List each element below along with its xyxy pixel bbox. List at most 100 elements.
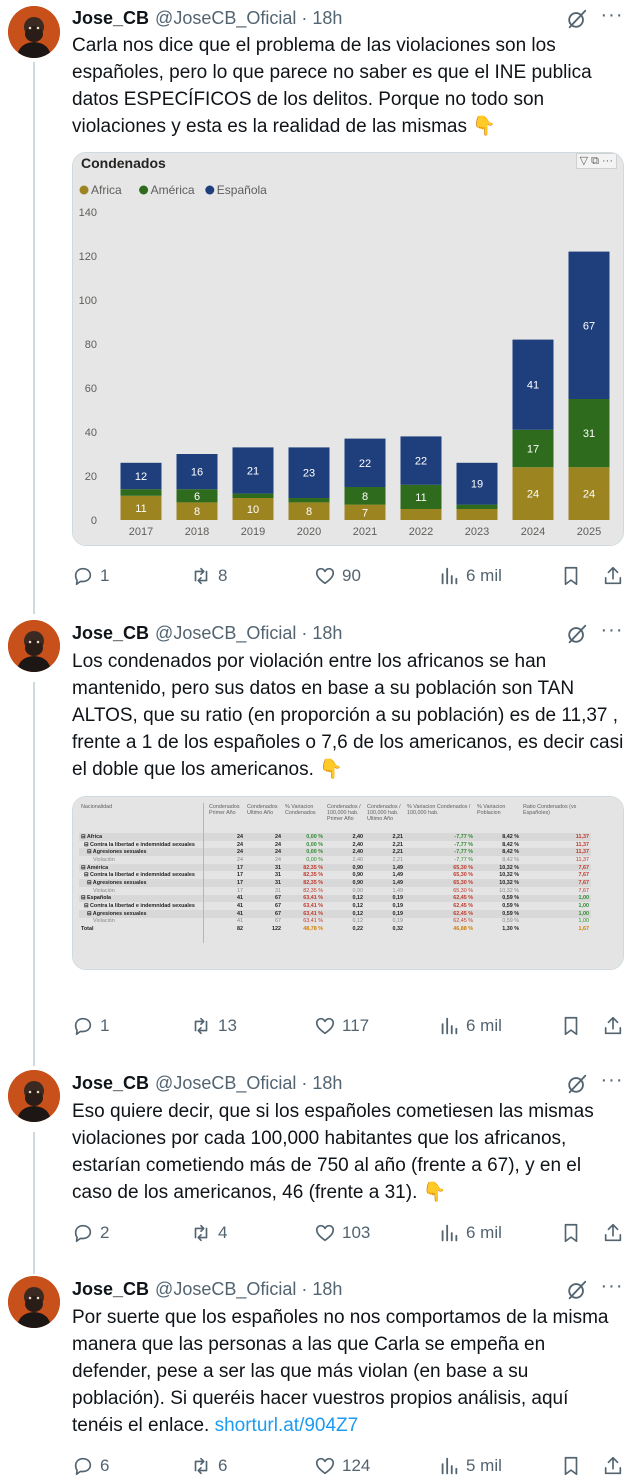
table-row[interactable]: ⊟ América 17 31 82,35 % 0,90 1,49 65,30 % 10,32… <box>79 863 591 872</box>
table-cell: 24 <box>275 841 281 848</box>
table-image[interactable]: Nacionalidad Condenados Primer Año Condena… <box>72 796 624 970</box>
more-icon[interactable]: ··· <box>600 1070 624 1095</box>
like-button[interactable]: 90 <box>314 563 361 589</box>
bookmark-button[interactable] <box>560 1453 586 1479</box>
reply-button[interactable]: 6 <box>72 1453 109 1479</box>
grok-icon[interactable] <box>566 8 588 30</box>
table-cell: 0,59 % <box>475 909 521 918</box>
table-cell: 24 <box>207 848 245 857</box>
like-button[interactable]: 103 <box>314 1220 370 1246</box>
table-cell: 0,19 <box>392 918 404 925</box>
like-button[interactable]: 124 <box>314 1453 370 1479</box>
table-header-cell[interactable]: Condenados Ultimo Año <box>245 803 283 833</box>
more-icon[interactable]: ··· <box>600 1276 624 1301</box>
author-name[interactable]: Jose_CB <box>72 623 149 644</box>
author-handle[interactable]: @JoseCB_Oficial <box>155 8 296 29</box>
avatar[interactable] <box>8 1070 60 1122</box>
table-cell: 7,67 <box>521 863 591 872</box>
share-button[interactable] <box>602 1013 628 1039</box>
views-button[interactable]: 6 mil <box>438 1013 502 1039</box>
grok-icon[interactable] <box>566 623 588 645</box>
data-label: 22 <box>415 456 427 468</box>
table-header-cell[interactable]: Nacionalidad <box>79 803 207 833</box>
avatar[interactable] <box>8 1276 60 1328</box>
table-cell: 1,00 <box>578 918 590 925</box>
table-header-cell[interactable]: Ratio Condenados (vs Españoles) <box>521 803 591 833</box>
data-label: 23 <box>303 468 315 480</box>
chart-image[interactable]: Condenados ▽ ⧉ ··· Africa América Española… <box>72 152 624 546</box>
tweet[interactable]: Jose_CB @JoseCB_Oficial · 18h ··· Los co… <box>0 620 631 1050</box>
tweet[interactable]: Jose_CB @JoseCB_Oficial · 18h ··· Por su… <box>0 1276 631 1484</box>
views-button[interactable]: 6 mil <box>438 1220 502 1246</box>
more-icon[interactable]: ··· <box>600 5 624 30</box>
table-cell: 62,45 % <box>453 903 473 910</box>
tweet[interactable]: Jose_CB @JoseCB_Oficial · 18h ··· Carla … <box>0 0 631 600</box>
reply-button[interactable]: 1 <box>72 563 109 589</box>
author-handle[interactable]: @JoseCB_Oficial <box>155 1073 296 1094</box>
repost-button[interactable]: 8 <box>190 563 227 589</box>
table-cell: 122 <box>272 926 281 933</box>
table-header-cell[interactable]: % Variacion Condenados / 100,000 hab. <box>405 803 475 833</box>
repost-button[interactable]: 4 <box>190 1220 227 1246</box>
x-tick-label: 2025 <box>577 526 601 538</box>
table-header-cell[interactable]: % Variacion Poblacion <box>475 803 521 833</box>
bookmark-button[interactable] <box>560 1220 586 1246</box>
table-row[interactable]: Violación 41 67 63,41 % 0,12 0,19 62,45 % 0,59 … <box>79 918 591 926</box>
repost-button[interactable]: 13 <box>190 1013 237 1039</box>
bookmark-button[interactable] <box>560 1013 586 1039</box>
bookmark-icon <box>564 566 578 586</box>
table-header-cell[interactable]: Condenados Primer Año <box>207 803 245 833</box>
reply-button[interactable]: 1 <box>72 1013 109 1039</box>
table-row[interactable]: ⊟ Contra la libertad e indemnidad sexual… <box>79 902 591 910</box>
share-icon <box>604 1016 622 1035</box>
author-name[interactable]: Jose_CB <box>72 8 149 29</box>
views-button[interactable]: 6 mil <box>438 563 502 589</box>
share-button[interactable] <box>602 563 628 589</box>
views-button[interactable]: 5 mil <box>438 1453 502 1479</box>
table-cell: 0,90 <box>352 887 364 894</box>
data-label: 8 <box>306 506 312 518</box>
table-cell: Violación <box>81 918 115 925</box>
table-cell: 1,49 <box>365 863 405 872</box>
reply-count: 1 <box>100 566 110 585</box>
timestamp[interactable]: 18h <box>312 8 342 29</box>
grok-icon[interactable] <box>566 1073 588 1095</box>
bookmark-button[interactable] <box>560 563 586 589</box>
author-handle[interactable]: @JoseCB_Oficial <box>155 623 296 644</box>
share-button[interactable] <box>602 1453 628 1479</box>
author-name[interactable]: Jose_CB <box>72 1073 149 1094</box>
chart-panel: Condenados ▽ ⧉ ··· Africa América Española… <box>73 153 623 545</box>
table-header-cell[interactable]: % Variacion Condenados <box>283 803 325 833</box>
reply-button[interactable]: 2 <box>72 1220 109 1246</box>
table-row[interactable]: ⊟ Agresiones sexuales 41 67 63,41 % 0,12 0,19… <box>79 909 591 918</box>
repost-button[interactable]: 6 <box>190 1453 227 1479</box>
table-header-cell[interactable]: Condenados / 100,000 hab. Primer Año <box>325 803 365 833</box>
repost-icon <box>194 1017 208 1035</box>
table-row[interactable]: ⊟ Contra la libertad e indemnidad sexual… <box>79 871 591 879</box>
more-icon[interactable]: ··· <box>600 620 624 645</box>
table-row[interactable]: Violación 24 24 0,00 % 2,40 2,21 -7,77 % 8,42 %… <box>79 856 591 864</box>
avatar[interactable] <box>8 6 60 58</box>
table-row[interactable]: Total 82 122 48,78 % 0,22 0,32 46,88 % 1,30 % 1,… <box>79 925 591 933</box>
avatar[interactable] <box>8 620 60 672</box>
like-icon <box>315 1457 335 1475</box>
timestamp[interactable]: 18h <box>312 1279 342 1300</box>
table-cell: 24 <box>245 848 283 857</box>
table-header-cell[interactable]: Condenados / 100,000 hab. Ultimo Año <box>365 803 405 833</box>
timestamp[interactable]: 18h <box>312 623 342 644</box>
author-name[interactable]: Jose_CB <box>72 1279 149 1300</box>
grok-icon[interactable] <box>566 1279 588 1301</box>
tweet-link[interactable]: shorturl.at/904Z7 <box>215 1415 359 1436</box>
author-handle[interactable]: @JoseCB_Oficial <box>155 1279 296 1300</box>
table-row[interactable]: ⊟ Agresiones sexuales 17 31 82,35 % 0,90 1,49… <box>79 879 591 887</box>
table-row[interactable]: ⊟ Africa 24 24 0,00 % 2,40 2,21 -7,77 % 8,42 % 1… <box>79 833 591 841</box>
table-row[interactable]: ⊟ Contra la libertad e indemnidad sexual… <box>79 841 591 849</box>
like-button[interactable]: 117 <box>314 1013 369 1039</box>
timestamp[interactable]: 18h <box>312 1073 342 1094</box>
table-cell: ⊟ Contra la libertad e indemnidad sexual… <box>81 903 195 910</box>
tweet[interactable]: Jose_CB @JoseCB_Oficial · 18h ··· Eso qu… <box>0 1070 631 1260</box>
share-button[interactable] <box>602 1220 628 1246</box>
table-row[interactable]: Violación 17 31 82,35 % 0,90 1,49 65,30 % 10,32… <box>79 887 591 895</box>
table-row[interactable]: ⊟ Agresiones sexuales 24 24 0,00 % 2,40 2,21-… <box>79 848 591 857</box>
table-row[interactable]: ⊟ Española 41 67 63,41 % 0,12 0,19 62,45 % 0,59… <box>79 894 591 903</box>
